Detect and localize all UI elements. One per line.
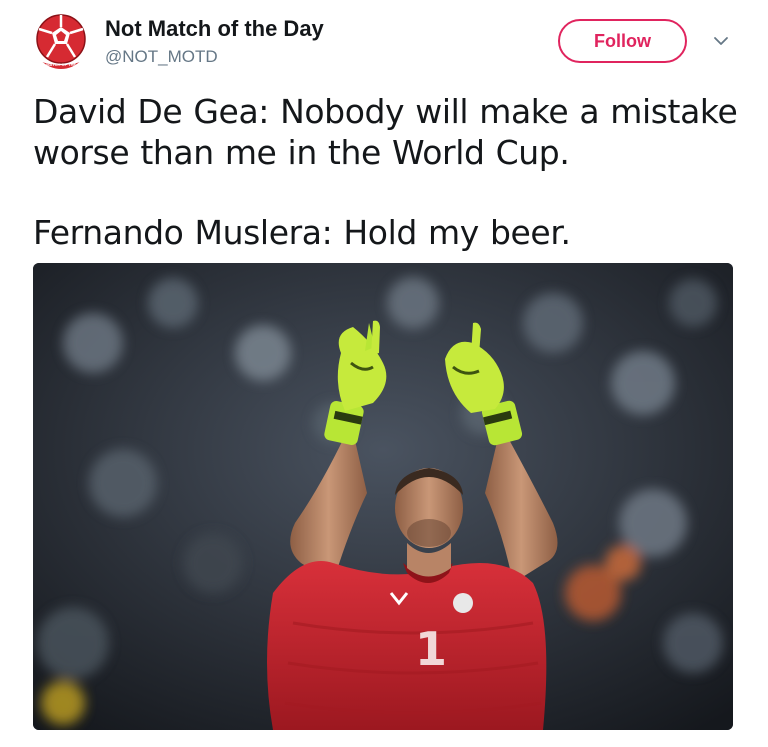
account-avatar[interactable]: NOT MATCH OF THE DAY bbox=[33, 13, 89, 69]
chevron-down-icon bbox=[714, 37, 728, 45]
shirt-number: 1 bbox=[415, 622, 447, 676]
tweet-card: NOT MATCH OF THE DAY Not Match of the Da… bbox=[0, 0, 768, 747]
goalkeeper-photo: 1 bbox=[33, 263, 733, 730]
display-name[interactable]: Not Match of the Day bbox=[105, 16, 324, 42]
football-logo-icon: NOT MATCH OF THE DAY bbox=[33, 13, 89, 69]
follow-button[interactable]: Follow bbox=[558, 19, 687, 63]
tweet-line: Fernando Muslera: Hold my beer. bbox=[33, 213, 571, 252]
tweet-menu-button[interactable] bbox=[712, 34, 730, 48]
tweet-photo[interactable]: 1 bbox=[33, 263, 733, 730]
tweet-line: David De Gea: Nobody will make a mistake bbox=[33, 92, 738, 131]
tweet-line: worse than me in the World Cup. bbox=[33, 133, 570, 172]
tweet-text: David De Gea: Nobody will make a mistake… bbox=[33, 91, 738, 253]
account-handle[interactable]: @NOT_MOTD bbox=[105, 47, 218, 67]
svg-text:NOT MATCH OF THE DAY: NOT MATCH OF THE DAY bbox=[37, 62, 86, 67]
